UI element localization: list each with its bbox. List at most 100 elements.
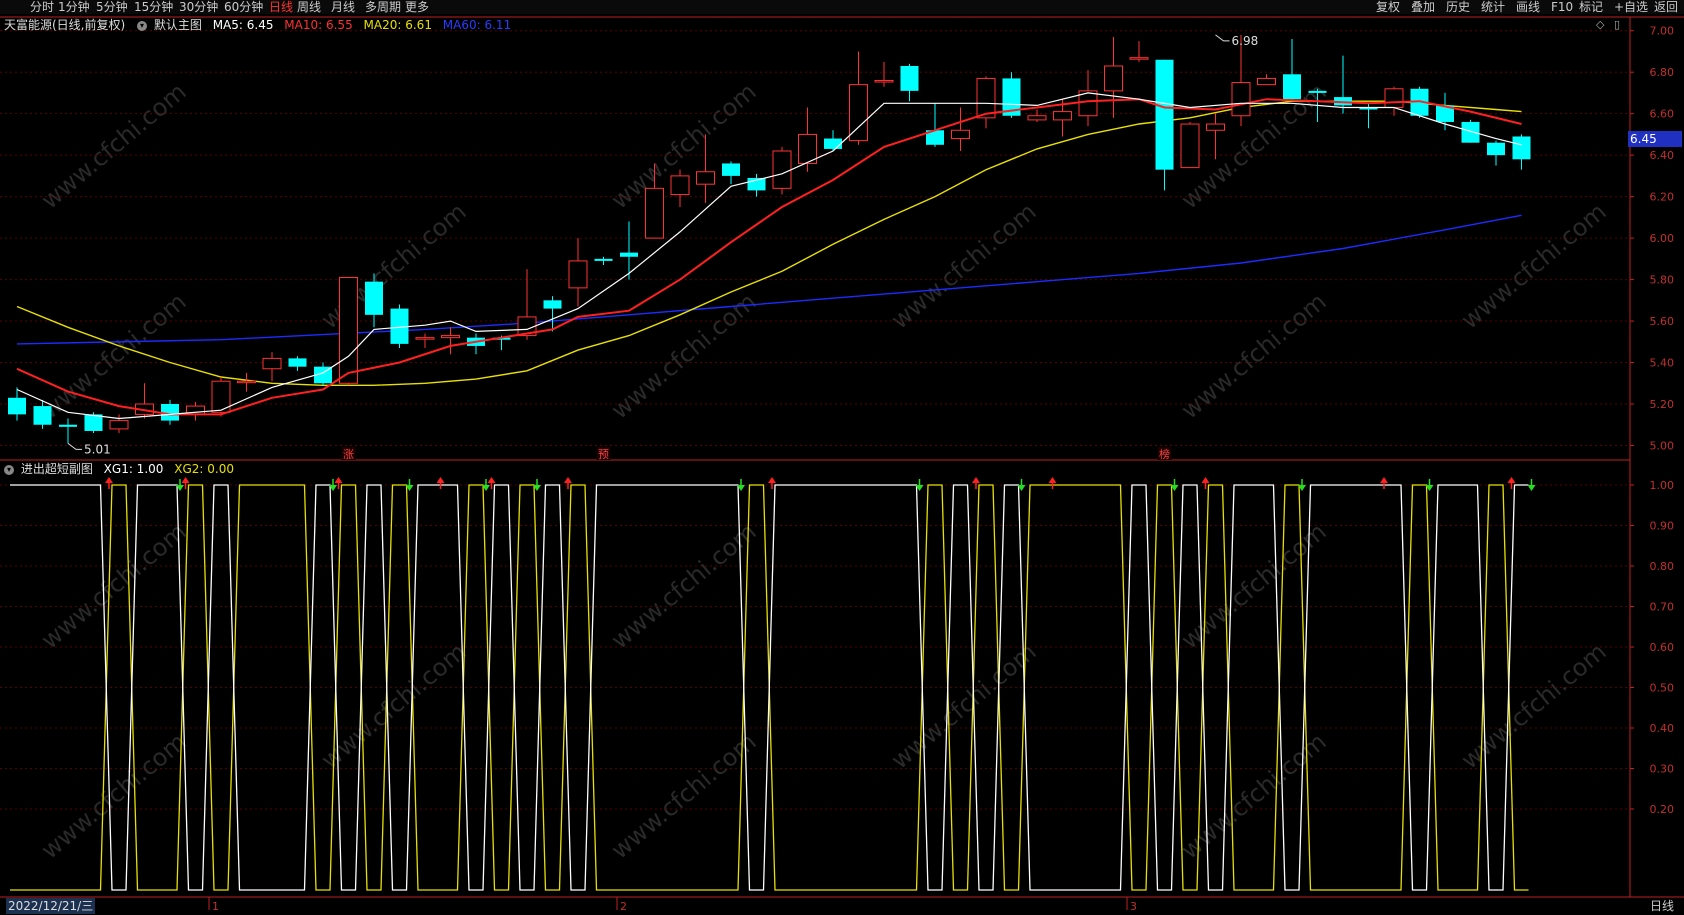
toolbar-period-1[interactable]: 1分钟 (58, 0, 90, 14)
ma10-line (16, 98, 1522, 416)
main-axis-tick-label: 5.60 (1650, 315, 1675, 328)
toolbar-action-0[interactable]: 复权 (1376, 0, 1400, 14)
buy-arrow-up (972, 477, 980, 483)
candle-body-up (670, 175, 690, 196)
candle-body-up (976, 77, 996, 119)
candle-body-up (1384, 88, 1404, 108)
candle-body-down (1308, 90, 1327, 93)
toolbar-action-3[interactable]: 统计 (1481, 0, 1505, 14)
watermark-text: www.cfchi.com (1456, 197, 1612, 334)
ma60-value: MA60: 6.11 (442, 18, 512, 32)
sub-axis-tick-label: 0.40 (1650, 722, 1675, 735)
watermark-text: www.cfchi.com (886, 197, 1042, 334)
candle-body-down (1283, 74, 1301, 100)
template-dropdown-icon[interactable]: ▾ (137, 20, 148, 31)
candle-body-up (109, 420, 129, 430)
buy-arrow-up (487, 477, 496, 483)
buy-arrow-up (436, 477, 445, 483)
sub-axis-tick-label: 0.80 (1650, 560, 1675, 573)
main-axis-tick-label: 6.40 (1650, 149, 1675, 162)
candle-body-up (1104, 65, 1123, 92)
buy-arrow-up (1507, 477, 1516, 483)
date-bar: 2022/12/21/三 日线 (0, 898, 1684, 915)
candle-body-up (1206, 123, 1225, 131)
watermark-text: www.cfchi.com (36, 727, 192, 864)
candle-body-up (441, 335, 460, 339)
main-axis-tick-label: 5.00 (1650, 439, 1675, 452)
candle-body-down (620, 252, 638, 257)
candle-body-up (1180, 123, 1200, 169)
buy-arrow-up (1201, 477, 1210, 483)
toolbar-period-10[interactable]: 更多 (405, 0, 429, 14)
sub-axis-tick-label: 0.50 (1650, 682, 1675, 695)
toolbar-period-9[interactable]: 多周期 (365, 0, 401, 14)
sub-axis-tick-label: 0.60 (1650, 641, 1675, 654)
candle-body-up (568, 260, 588, 289)
toolbar-period-2[interactable]: 5分钟 (96, 0, 128, 14)
main-axis-tick-label: 5.80 (1650, 274, 1675, 287)
toolbar-period-7[interactable]: 周线 (297, 0, 321, 14)
toolbar-period-5[interactable]: 60分钟 (224, 0, 263, 14)
indicator-dropdown-icon[interactable]: ▾ (4, 464, 14, 475)
candle-body-up (1027, 115, 1047, 121)
candle-body-up (951, 129, 970, 140)
watermark-text: www.cfchi.com (1456, 637, 1612, 774)
sub-axis-tick-label: 0.20 (1650, 803, 1675, 816)
toolbar-period-8[interactable]: 月线 (331, 0, 355, 14)
watermark-text: www.cfchi.com (36, 517, 192, 654)
buy-arrow-up (1380, 477, 1388, 483)
current-price-badge: 6.45 (1628, 131, 1682, 147)
ma20-line (16, 100, 1522, 386)
buy-arrow-up (334, 477, 343, 483)
candle-body-up (874, 79, 894, 83)
buy-arrow-up (1048, 477, 1057, 483)
toolbar-action-4[interactable]: 画线 (1516, 0, 1540, 14)
toolbar-action-2[interactable]: 历史 (1446, 0, 1470, 14)
sub-axis-tick-label: 0.70 (1650, 601, 1675, 614)
candle-body-up (696, 171, 715, 185)
event-label: 榜 (1159, 447, 1170, 461)
main-axis-tick-label: 6.80 (1650, 66, 1675, 79)
toolbar-period-6[interactable]: 日线 (269, 0, 293, 14)
xg2-value: XG2: 0.00 (174, 462, 234, 476)
toolbar-action-6[interactable]: 标记 (1579, 0, 1603, 14)
candle-body-down (1512, 136, 1531, 160)
candle-body-down (594, 258, 613, 261)
toolbar-period-4[interactable]: 30分钟 (179, 0, 218, 14)
kline-chart-canvas[interactable]: www.cfchi.com www.cfchi.com www.cfchi.com w… (0, 0, 1684, 915)
watermark-text: www.cfchi.com (606, 727, 762, 864)
candle-body-down (365, 281, 383, 315)
candle-body-down (824, 138, 842, 149)
toolbar-action-5[interactable]: F10 (1551, 0, 1573, 14)
watermark-text: www.cfchi.com (1176, 287, 1332, 424)
ma10-value: MA10: 6.55 (284, 18, 353, 32)
toolbar-action-1[interactable]: 叠加 (1411, 0, 1435, 14)
price-annotation-label: 5.01 (84, 442, 111, 456)
chart-maximize-icon[interactable]: ▯ (1614, 18, 1620, 31)
candle-body-down (1155, 59, 1174, 170)
watermark-text: www.cfchi.com (606, 287, 762, 424)
watermark-text: www.cfchi.com (36, 77, 192, 214)
watermark-text: www.cfchi.com (886, 637, 1042, 774)
main-axis-tick-label: 5.20 (1650, 398, 1675, 411)
main-axis-tick-label: 6.60 (1650, 108, 1675, 121)
main-axis-tick-label: 6.20 (1650, 191, 1675, 204)
price-annotation-leader (67, 443, 82, 450)
sub-axis-tick-label: 0.90 (1650, 520, 1675, 533)
period-label: 日线 (1649, 899, 1674, 913)
toolbar-period-0[interactable]: 分时 (30, 0, 54, 14)
candle-body-up (1053, 111, 1072, 121)
event-label: 预 (598, 448, 609, 461)
main-chart-header: 天富能源(日线,前复权) ▾ 默认主图 MA5: 6.45 MA10: 6.55… (0, 16, 518, 34)
toolbar-period-3[interactable]: 15分钟 (134, 0, 173, 14)
chart-settings-icon[interactable]: ◇ (1596, 18, 1604, 31)
sub-chart-header: ▾ 进出超短副图 XG1: 1.00 XG2: 0.00 (0, 460, 241, 478)
price-annotation-label: 6.98 (1232, 34, 1259, 48)
template-name[interactable]: 默认主图 (154, 18, 202, 32)
indicator-name[interactable]: 进出超短副图 (21, 462, 93, 476)
toolbar-action-8[interactable]: 返回 (1654, 0, 1678, 14)
toolbar-action-7[interactable]: +自选 (1614, 0, 1648, 14)
stock-name: 天富能源(日线,前复权) (4, 18, 126, 32)
sub-axis-tick-label: 0.30 (1650, 763, 1675, 776)
candle-body-up (262, 357, 282, 370)
